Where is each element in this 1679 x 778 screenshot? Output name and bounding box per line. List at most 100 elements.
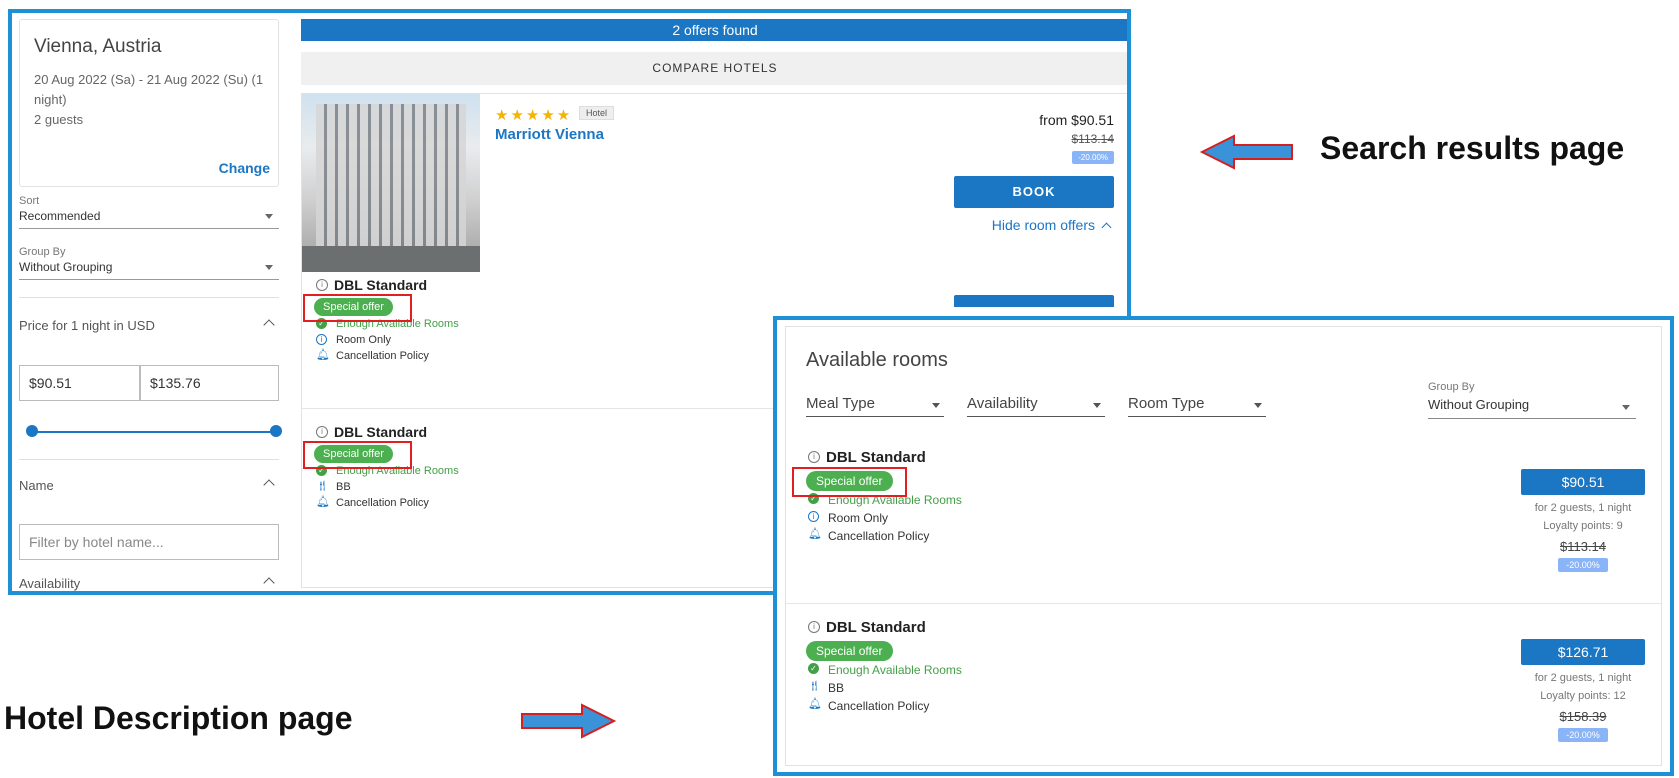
discount-badge: -20.00% (1558, 728, 1608, 742)
room-price-block: $90.51 for 2 guests, 1 night Loyalty poi… (1521, 469, 1645, 573)
info-icon[interactable]: i (316, 426, 328, 438)
guest-count: 2 guests (34, 112, 84, 127)
group-by-label: Group By (1428, 381, 1475, 393)
room-price-block: $126.71 for 2 guests, 1 night Loyalty po… (1521, 639, 1645, 743)
group-by-select[interactable]: Without Grouping (1428, 397, 1636, 419)
change-search-link[interactable]: Change (219, 160, 270, 176)
meal-plan-text: BB (336, 481, 351, 493)
offers-count-bar: 2 offers found (301, 19, 1127, 41)
cancellation-policy-link: Cancellation Policy (336, 497, 429, 509)
caret-down-icon (265, 265, 273, 270)
price-slider-track[interactable] (32, 431, 276, 433)
hide-room-offers-link[interactable]: Hide room offers (992, 217, 1112, 233)
highlight-box (792, 467, 907, 497)
caret-down-icon (1622, 405, 1630, 410)
meal-plan-text: Room Only (828, 511, 889, 525)
hotel-name-filter-input[interactable]: Filter by hotel name... (19, 524, 279, 560)
highlight-box (303, 294, 412, 322)
hotel-description-annotation: Hotel Description page (4, 700, 353, 736)
chevron-up-icon (263, 479, 275, 491)
arrow-left-icon (1200, 134, 1293, 170)
property-type-tag: Hotel (579, 106, 615, 120)
price-note: for 2 guests, 1 night (1534, 502, 1632, 514)
special-offer-badge: Special offer (806, 641, 893, 661)
room-offer: i DBL Standard Special offer ✓ Enough Ava… (806, 619, 1306, 715)
price-note: for 2 guests, 1 night (1534, 672, 1632, 684)
divider (19, 297, 279, 298)
location-title: Vienna, Austria (34, 36, 162, 57)
caret-down-icon (932, 403, 940, 408)
room-offer: i DBL Standard Special offer ✓ Enough Ava… (806, 449, 1306, 545)
discount-badge: -20.00% (1072, 151, 1114, 164)
info-icon[interactable]: i (316, 279, 328, 291)
price-slider-min-handle[interactable] (26, 425, 38, 437)
sort-value: Recommended (19, 209, 101, 223)
search-summary-card: Vienna, Austria 20 Aug 2022 (Sa) - 21 Au… (19, 19, 279, 187)
stay-dates: 20 Aug 2022 (Sa) - 21 Aug 2022 (Su) (1 n… (34, 72, 264, 107)
group-by-label: Group By (19, 246, 66, 258)
hotel-description-screenshot: Available rooms Meal Type Availability R… (773, 316, 1674, 776)
group-by-value: Without Grouping (19, 260, 113, 274)
meal-type-filter[interactable]: Meal Type (806, 395, 944, 417)
old-price: $158.39 (1559, 709, 1607, 724)
discount-badge: -20.00% (1558, 558, 1608, 572)
room-title: DBL Standard (826, 449, 926, 466)
room-title: DBL Standard (334, 277, 428, 293)
availability-filter[interactable]: Availability (967, 395, 1105, 417)
price-slider-max-handle[interactable] (270, 425, 282, 437)
bell-alert-icon: 🔔︎ (808, 528, 822, 540)
info-icon[interactable]: i (808, 621, 820, 633)
meal-plan-text: BB (828, 681, 845, 695)
room-price-button[interactable]: $126.71 (1521, 639, 1645, 665)
info-icon: i (808, 511, 819, 522)
group-by-select[interactable]: Without Grouping (19, 258, 279, 280)
chevron-up-icon (263, 577, 275, 589)
fork-knife-icon: 🍴︎ (316, 481, 329, 492)
compare-hotels-button[interactable]: COMPARE HOTELS (301, 52, 1127, 85)
sort-select[interactable]: Recommended (19, 207, 279, 229)
arrow-right-icon (521, 703, 617, 739)
caret-down-icon (1254, 403, 1262, 408)
search-results-annotation: Search results page (1320, 130, 1625, 166)
check-circle-icon: ✓ (808, 663, 819, 674)
cancellation-policy-link: Cancellation Policy (336, 350, 429, 362)
room-type-filter[interactable]: Room Type (1128, 395, 1266, 417)
info-icon: i (316, 334, 327, 345)
price-filter-header[interactable]: Price for 1 night in USD (19, 318, 279, 333)
from-price: from $90.51 (1039, 112, 1114, 128)
room-price-button[interactable]: $90.51 (1521, 469, 1645, 495)
hotel-photo[interactable] (302, 94, 480, 272)
divider (19, 459, 279, 460)
room-price-button[interactable] (954, 295, 1114, 307)
meal-plan-text: Room Only (336, 334, 392, 346)
caret-down-icon (265, 214, 273, 219)
chevron-up-icon (263, 319, 275, 331)
room-title: DBL Standard (334, 424, 428, 440)
name-filter-header[interactable]: Name (19, 478, 279, 493)
caret-down-icon (1093, 403, 1101, 408)
star-rating: ★★★★★ (495, 107, 573, 124)
available-rooms-card: Available rooms Meal Type Availability R… (785, 326, 1662, 766)
bell-alert-icon: 🔔︎ (316, 349, 330, 361)
highlight-box (303, 441, 412, 469)
fork-knife-icon: 🍴︎ (808, 681, 821, 692)
hotel-name-link[interactable]: Marriott Vienna (495, 126, 604, 143)
available-rooms-title: Available rooms (806, 349, 948, 371)
loyalty-points: Loyalty points: 12 (1540, 690, 1626, 702)
price-max-input[interactable]: $135.76 (140, 365, 279, 401)
old-price: $113.14 (1071, 132, 1115, 146)
bell-alert-icon: 🔔︎ (808, 698, 822, 710)
price-min-input[interactable]: $90.51 (19, 365, 140, 401)
cancellation-policy-link: Cancellation Policy (828, 699, 930, 713)
bell-alert-icon: 🔔︎ (316, 496, 330, 508)
cancellation-policy-link: Cancellation Policy (828, 529, 930, 543)
chevron-up-icon (1101, 222, 1112, 233)
book-button[interactable]: BOOK (954, 176, 1114, 208)
old-price: $113.14 (1559, 539, 1607, 554)
filter-sidebar: Vienna, Austria 20 Aug 2022 (Sa) - 21 Au… (12, 13, 284, 591)
info-icon[interactable]: i (808, 451, 820, 463)
sort-label: Sort (19, 195, 40, 207)
availability-filter-header[interactable]: Availability (19, 576, 279, 591)
divider (786, 603, 1661, 604)
availability-text: Enough Available Rooms (828, 663, 962, 677)
